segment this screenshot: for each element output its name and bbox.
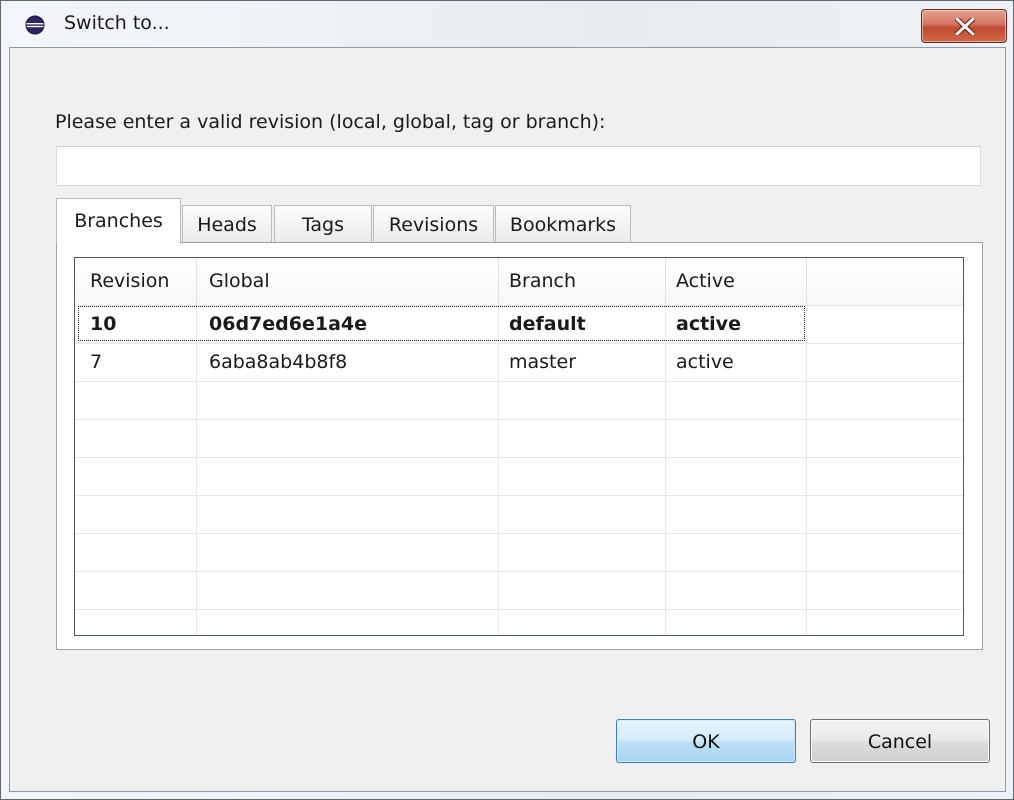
- cell-global: 6aba8ab4b8f8: [209, 351, 348, 373]
- ok-button[interactable]: OK: [616, 719, 796, 763]
- title-bar[interactable]: Switch to...: [1, 1, 1013, 47]
- column-header-branch[interactable]: Branch: [509, 258, 576, 304]
- cell-branch: default: [509, 313, 586, 335]
- branches-tab-panel: Revision Global Branch Active 10 06d7ed6…: [56, 242, 983, 650]
- eclipse-icon: [25, 15, 45, 35]
- tab-bookmarks[interactable]: Bookmarks: [495, 205, 631, 243]
- column-header-active[interactable]: Active: [676, 258, 735, 304]
- cell-global: 06d7ed6e1a4e: [209, 313, 368, 335]
- revision-input[interactable]: [56, 146, 981, 186]
- tab-branches[interactable]: Branches: [56, 198, 181, 244]
- dialog-body: Please enter a valid revision (local, gl…: [9, 47, 1006, 792]
- tab-revisions[interactable]: Revisions: [373, 205, 494, 243]
- tab-label: Branches: [74, 210, 163, 232]
- branches-table[interactable]: Revision Global Branch Active 10 06d7ed6…: [74, 257, 964, 636]
- tab-label: Tags: [301, 214, 345, 236]
- cancel-button[interactable]: Cancel: [810, 719, 990, 763]
- tab-label: Heads: [197, 214, 257, 236]
- cell-branch: master: [509, 351, 577, 373]
- close-icon: [955, 18, 975, 35]
- column-header-revision[interactable]: Revision: [90, 258, 169, 304]
- revision-prompt-label: Please enter a valid revision (local, gl…: [55, 111, 606, 133]
- switch-to-dialog: Switch to... Please enter a valid revisi…: [0, 0, 1014, 800]
- cell-revision: 7: [90, 351, 103, 373]
- close-button[interactable]: [921, 9, 1007, 43]
- cell-active: active: [676, 351, 734, 373]
- column-header-global[interactable]: Global: [209, 258, 270, 304]
- cell-active: active: [676, 313, 741, 335]
- cell-revision: 10: [90, 313, 117, 335]
- tab-label: Revisions: [388, 214, 479, 236]
- window-title: Switch to...: [64, 12, 170, 34]
- tab-tags[interactable]: Tags: [274, 205, 372, 243]
- tab-heads[interactable]: Heads: [182, 205, 272, 243]
- tab-label: Bookmarks: [509, 214, 617, 236]
